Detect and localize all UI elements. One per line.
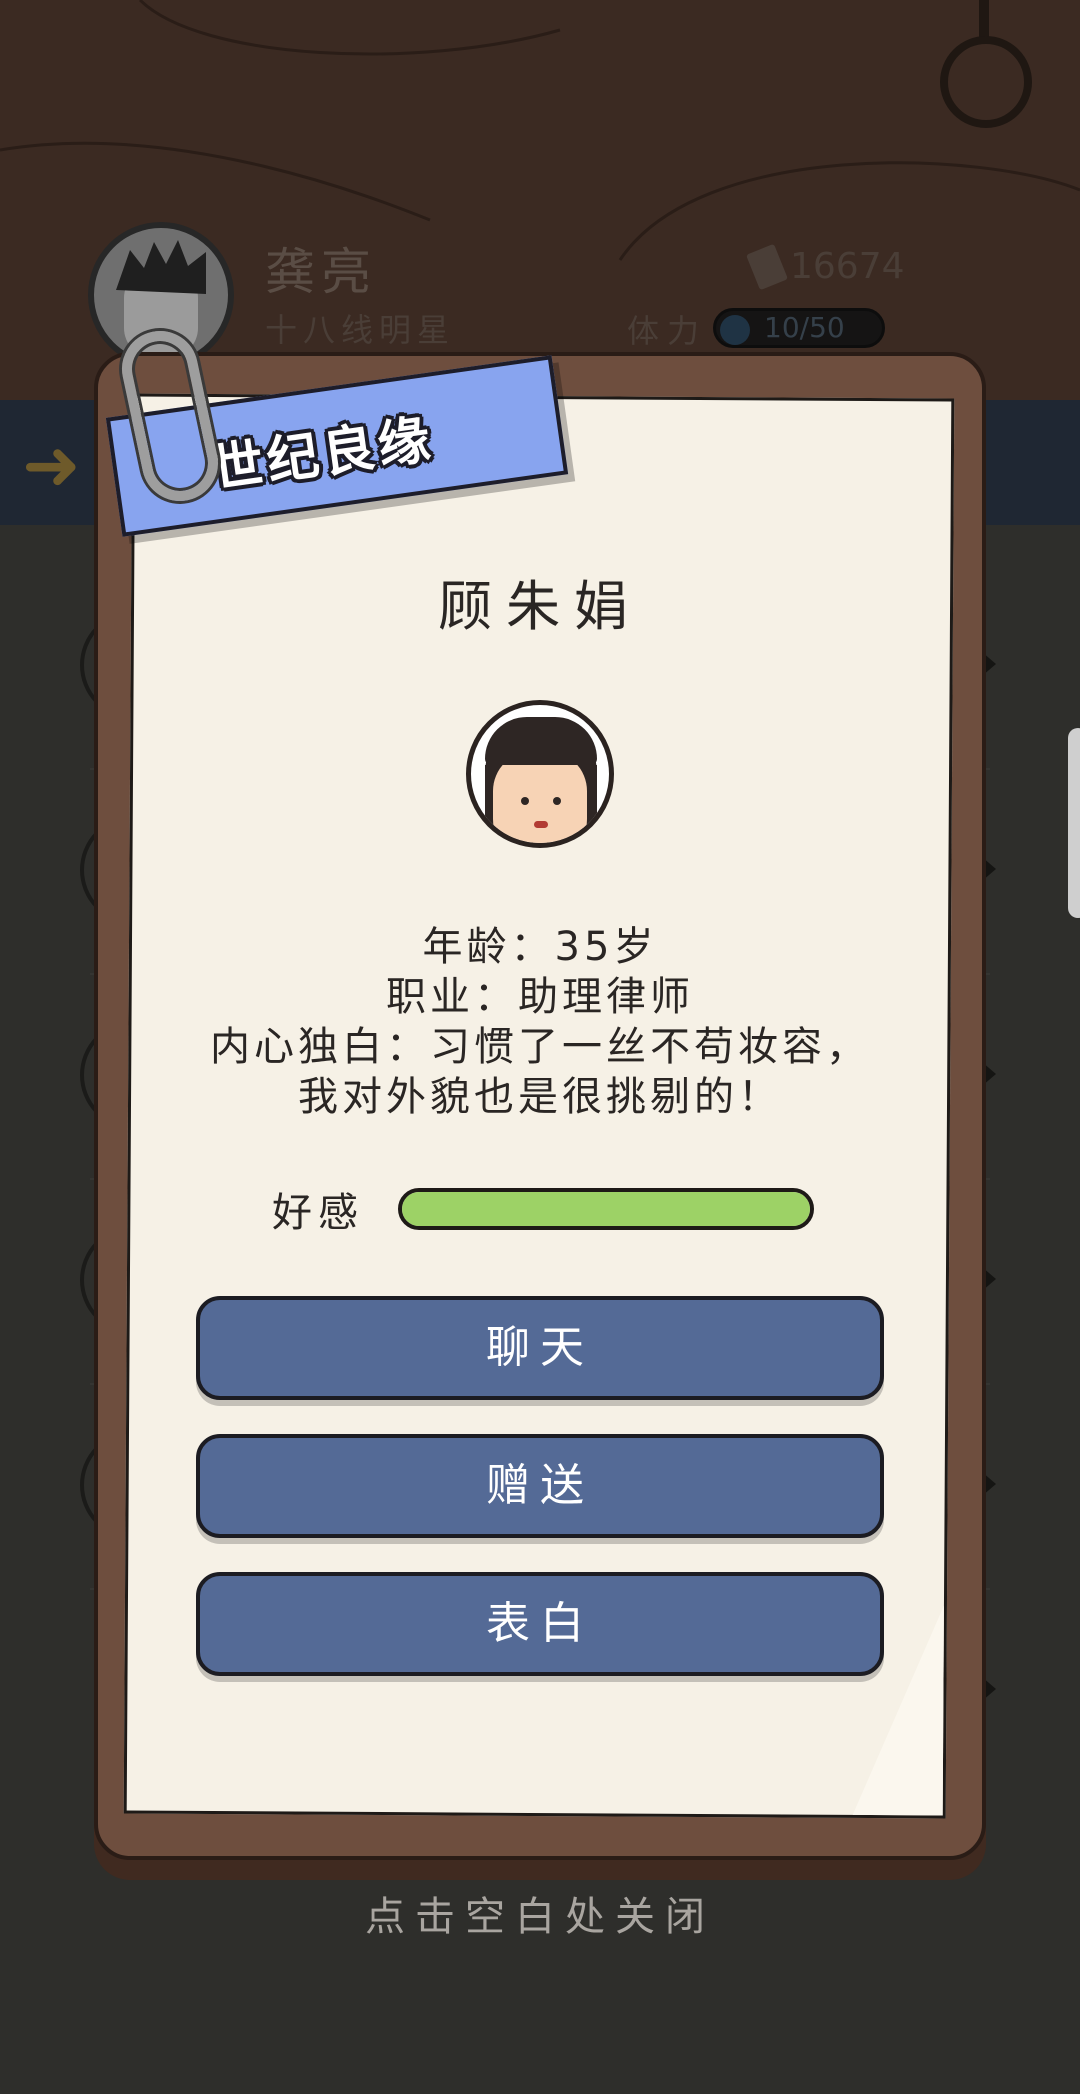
ring-icon[interactable]	[940, 36, 1032, 128]
chat-button[interactable]: 聊天	[196, 1296, 884, 1400]
player-name: 龚亮	[265, 243, 377, 301]
scroll-handle[interactable]	[1068, 728, 1080, 918]
character-name: 顾朱娟	[438, 575, 642, 638]
stamina-label: 体力	[627, 312, 708, 350]
player-title: 十八线明星	[265, 311, 456, 349]
gift-button[interactable]: 赠送	[196, 1434, 884, 1538]
close-hint[interactable]: 点击空白处关闭	[0, 1884, 1080, 1942]
back-arrow-icon[interactable]: ➜	[22, 430, 81, 500]
confess-button[interactable]: 表白	[196, 1572, 884, 1676]
avatar-eye	[521, 797, 529, 805]
avatar-bangs	[485, 717, 597, 765]
favor-bar	[398, 1188, 814, 1230]
favor-label: 好感	[272, 1190, 364, 1236]
avatar-face	[493, 751, 587, 843]
stamina-bar: 10/50	[713, 308, 885, 348]
character-avatar	[466, 700, 614, 848]
stamina-value: 10/50	[764, 311, 845, 344]
avatar-mouth	[534, 821, 548, 828]
avatar-eye	[553, 797, 561, 805]
money-value: 16674	[790, 246, 905, 287]
monologue-text-2: 我对外貌也是很挑剔的！	[298, 1074, 782, 1120]
stamina-icon	[720, 315, 750, 345]
favor-fill	[402, 1192, 810, 1226]
